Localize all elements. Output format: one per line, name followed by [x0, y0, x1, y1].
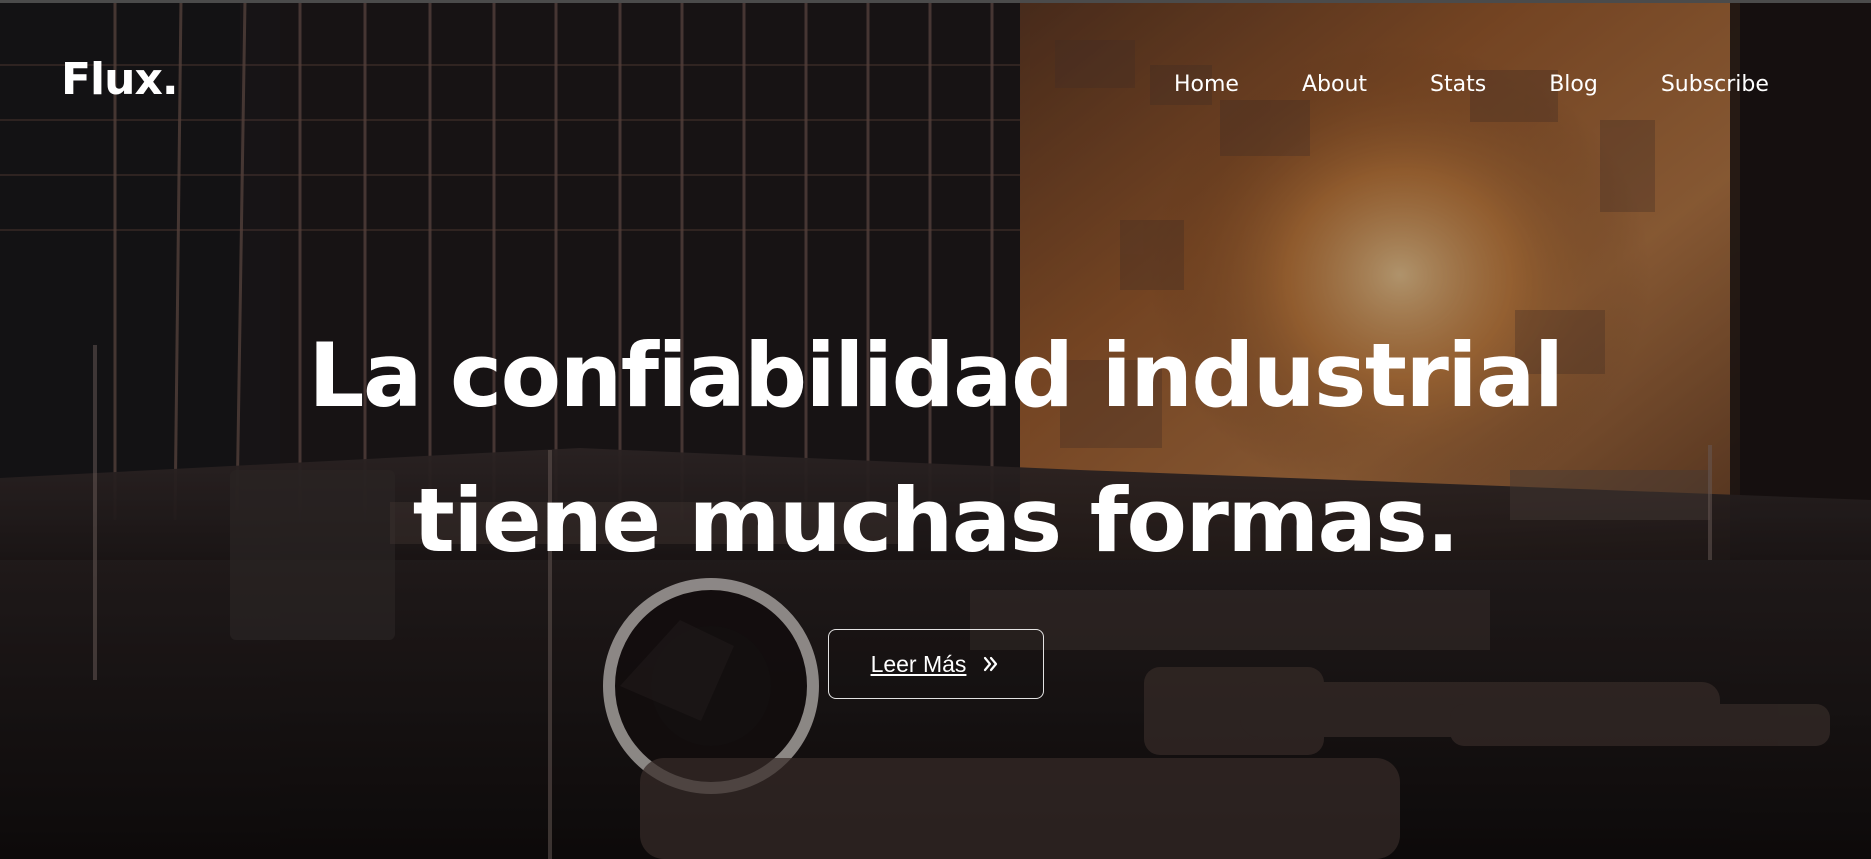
read-more-button-label: Leer Más [870, 650, 967, 677]
double-chevron-right-icon [981, 654, 1001, 674]
hero-headline-line-1: La confiabilidad industrial [308, 324, 1564, 427]
hero-headline: La confiabilidad industrial tiene muchas… [0, 303, 1871, 593]
nav-link-stats[interactable]: Stats [1430, 74, 1486, 96]
nav-link-home[interactable]: Home [1174, 74, 1239, 96]
nav-link-blog[interactable]: Blog [1549, 74, 1598, 96]
nav-link-subscribe[interactable]: Subscribe [1661, 74, 1769, 96]
main-navigation: Home About Stats Blog Subscribe [1174, 74, 1769, 96]
brand-logo[interactable]: Flux. [61, 58, 179, 102]
top-divider [0, 0, 1871, 3]
hero-headline-line-2: tiene muchas formas. [412, 469, 1460, 572]
nav-link-about[interactable]: About [1302, 74, 1367, 96]
read-more-button[interactable]: Leer Más [828, 629, 1044, 699]
hero-section: Flux. Home About Stats Blog Subscribe La… [0, 0, 1871, 859]
